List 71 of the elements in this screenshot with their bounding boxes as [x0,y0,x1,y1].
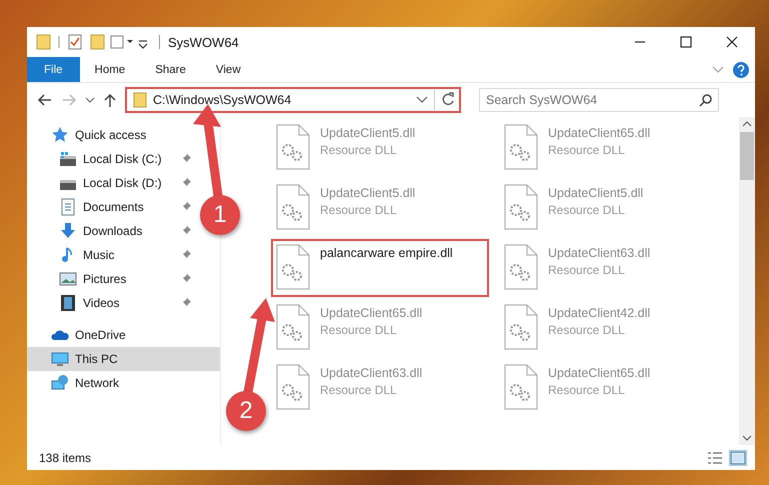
file-type: Resource DLL [320,203,398,217]
gear-document-icon [504,304,538,350]
pin-icon[interactable] [181,202,191,212]
gear-document-icon [276,124,310,170]
file-tab[interactable]: File [27,57,80,82]
dropdown-caret-icon[interactable] [416,96,428,104]
chevron-icon[interactable] [711,64,725,74]
file-item[interactable]: palancarware empire.dll [271,239,489,297]
pin-icon[interactable] [181,226,191,236]
sidebar-item[interactable]: Local Disk (C:) [27,147,197,171]
file-type: Resource DLL [320,323,398,337]
star-icon [51,126,69,144]
scroll-down-icon[interactable] [742,434,752,442]
sidebar-item[interactable]: This PC [27,347,220,371]
gear-document-icon [504,184,538,230]
ribbon-tab[interactable]: Home [80,57,140,82]
large-icons-view-icon[interactable] [729,450,747,466]
file-type: Resource DLL [320,383,398,397]
pin-icon[interactable] [181,250,191,260]
sidebar-item[interactable]: Music [27,243,197,267]
file-type: Resource DLL [320,143,398,157]
caret-icon[interactable] [85,96,95,104]
gear-document-icon [276,364,310,410]
pin-icon[interactable] [181,274,191,284]
step-number-badge: 1 [200,195,240,235]
gear-document-icon [276,184,310,230]
search-field[interactable]: Search SysWOW64 [479,88,719,112]
file-type: Resource DLL [548,383,626,397]
gear-document-icon [276,304,310,350]
details-view-icon[interactable] [707,450,723,464]
file-type: Resource DLL [548,203,626,217]
pin-icon[interactable] [181,298,191,308]
sidebar-item[interactable]: Local Disk (D:) [27,171,197,195]
pin-icon[interactable] [181,178,191,188]
gear-document-icon [504,364,538,410]
pin-icon[interactable] [181,154,191,164]
drive-icon [59,150,77,168]
monitor-icon [51,350,69,368]
file-type: Resource DLL [548,263,626,277]
window-title: SysWOW64 [168,34,239,50]
scroll-up-icon[interactable] [742,120,752,128]
scrollbar-thumb[interactable] [740,132,754,180]
film-icon [59,294,77,312]
folder-icon [133,92,147,108]
back-arrow-icon[interactable] [37,93,53,107]
sidebar-item[interactable]: Network [27,371,197,395]
ribbon-tab[interactable]: View [200,57,256,82]
ribbon-tab[interactable]: Share [140,57,201,82]
address-field[interactable]: C:\Windows\SysWOW64 [125,87,461,113]
file-type: Resource DLL [548,143,626,157]
document-icon [59,198,77,216]
picture-icon [59,270,77,288]
help-icon[interactable] [733,62,749,78]
down-arrow-icon [59,222,77,240]
globe-monitor-icon [51,374,69,392]
gear-document-icon [276,244,310,290]
address-path: C:\Windows\SysWOW64 [153,93,292,107]
gear-document-icon [504,244,538,290]
step-number-badge: 2 [226,391,266,431]
sidebar-item[interactable]: Videos [27,291,197,315]
sidebar-item[interactable]: OneDrive [27,323,197,347]
sidebar-item[interactable]: Pictures [27,267,197,291]
up-arrow-icon[interactable] [103,93,117,107]
file-name[interactable]: palancarware empire.dll [320,246,453,260]
sidebar-item[interactable]: Documents [27,195,197,219]
gear-document-icon [504,124,538,170]
sidebar-item[interactable]: Downloads [27,219,197,243]
sidebar-item[interactable]: Quick access [27,123,197,147]
file-type: Resource DLL [548,323,626,337]
scrollbar[interactable] [739,117,755,445]
item-count: 138 items [39,450,92,464]
